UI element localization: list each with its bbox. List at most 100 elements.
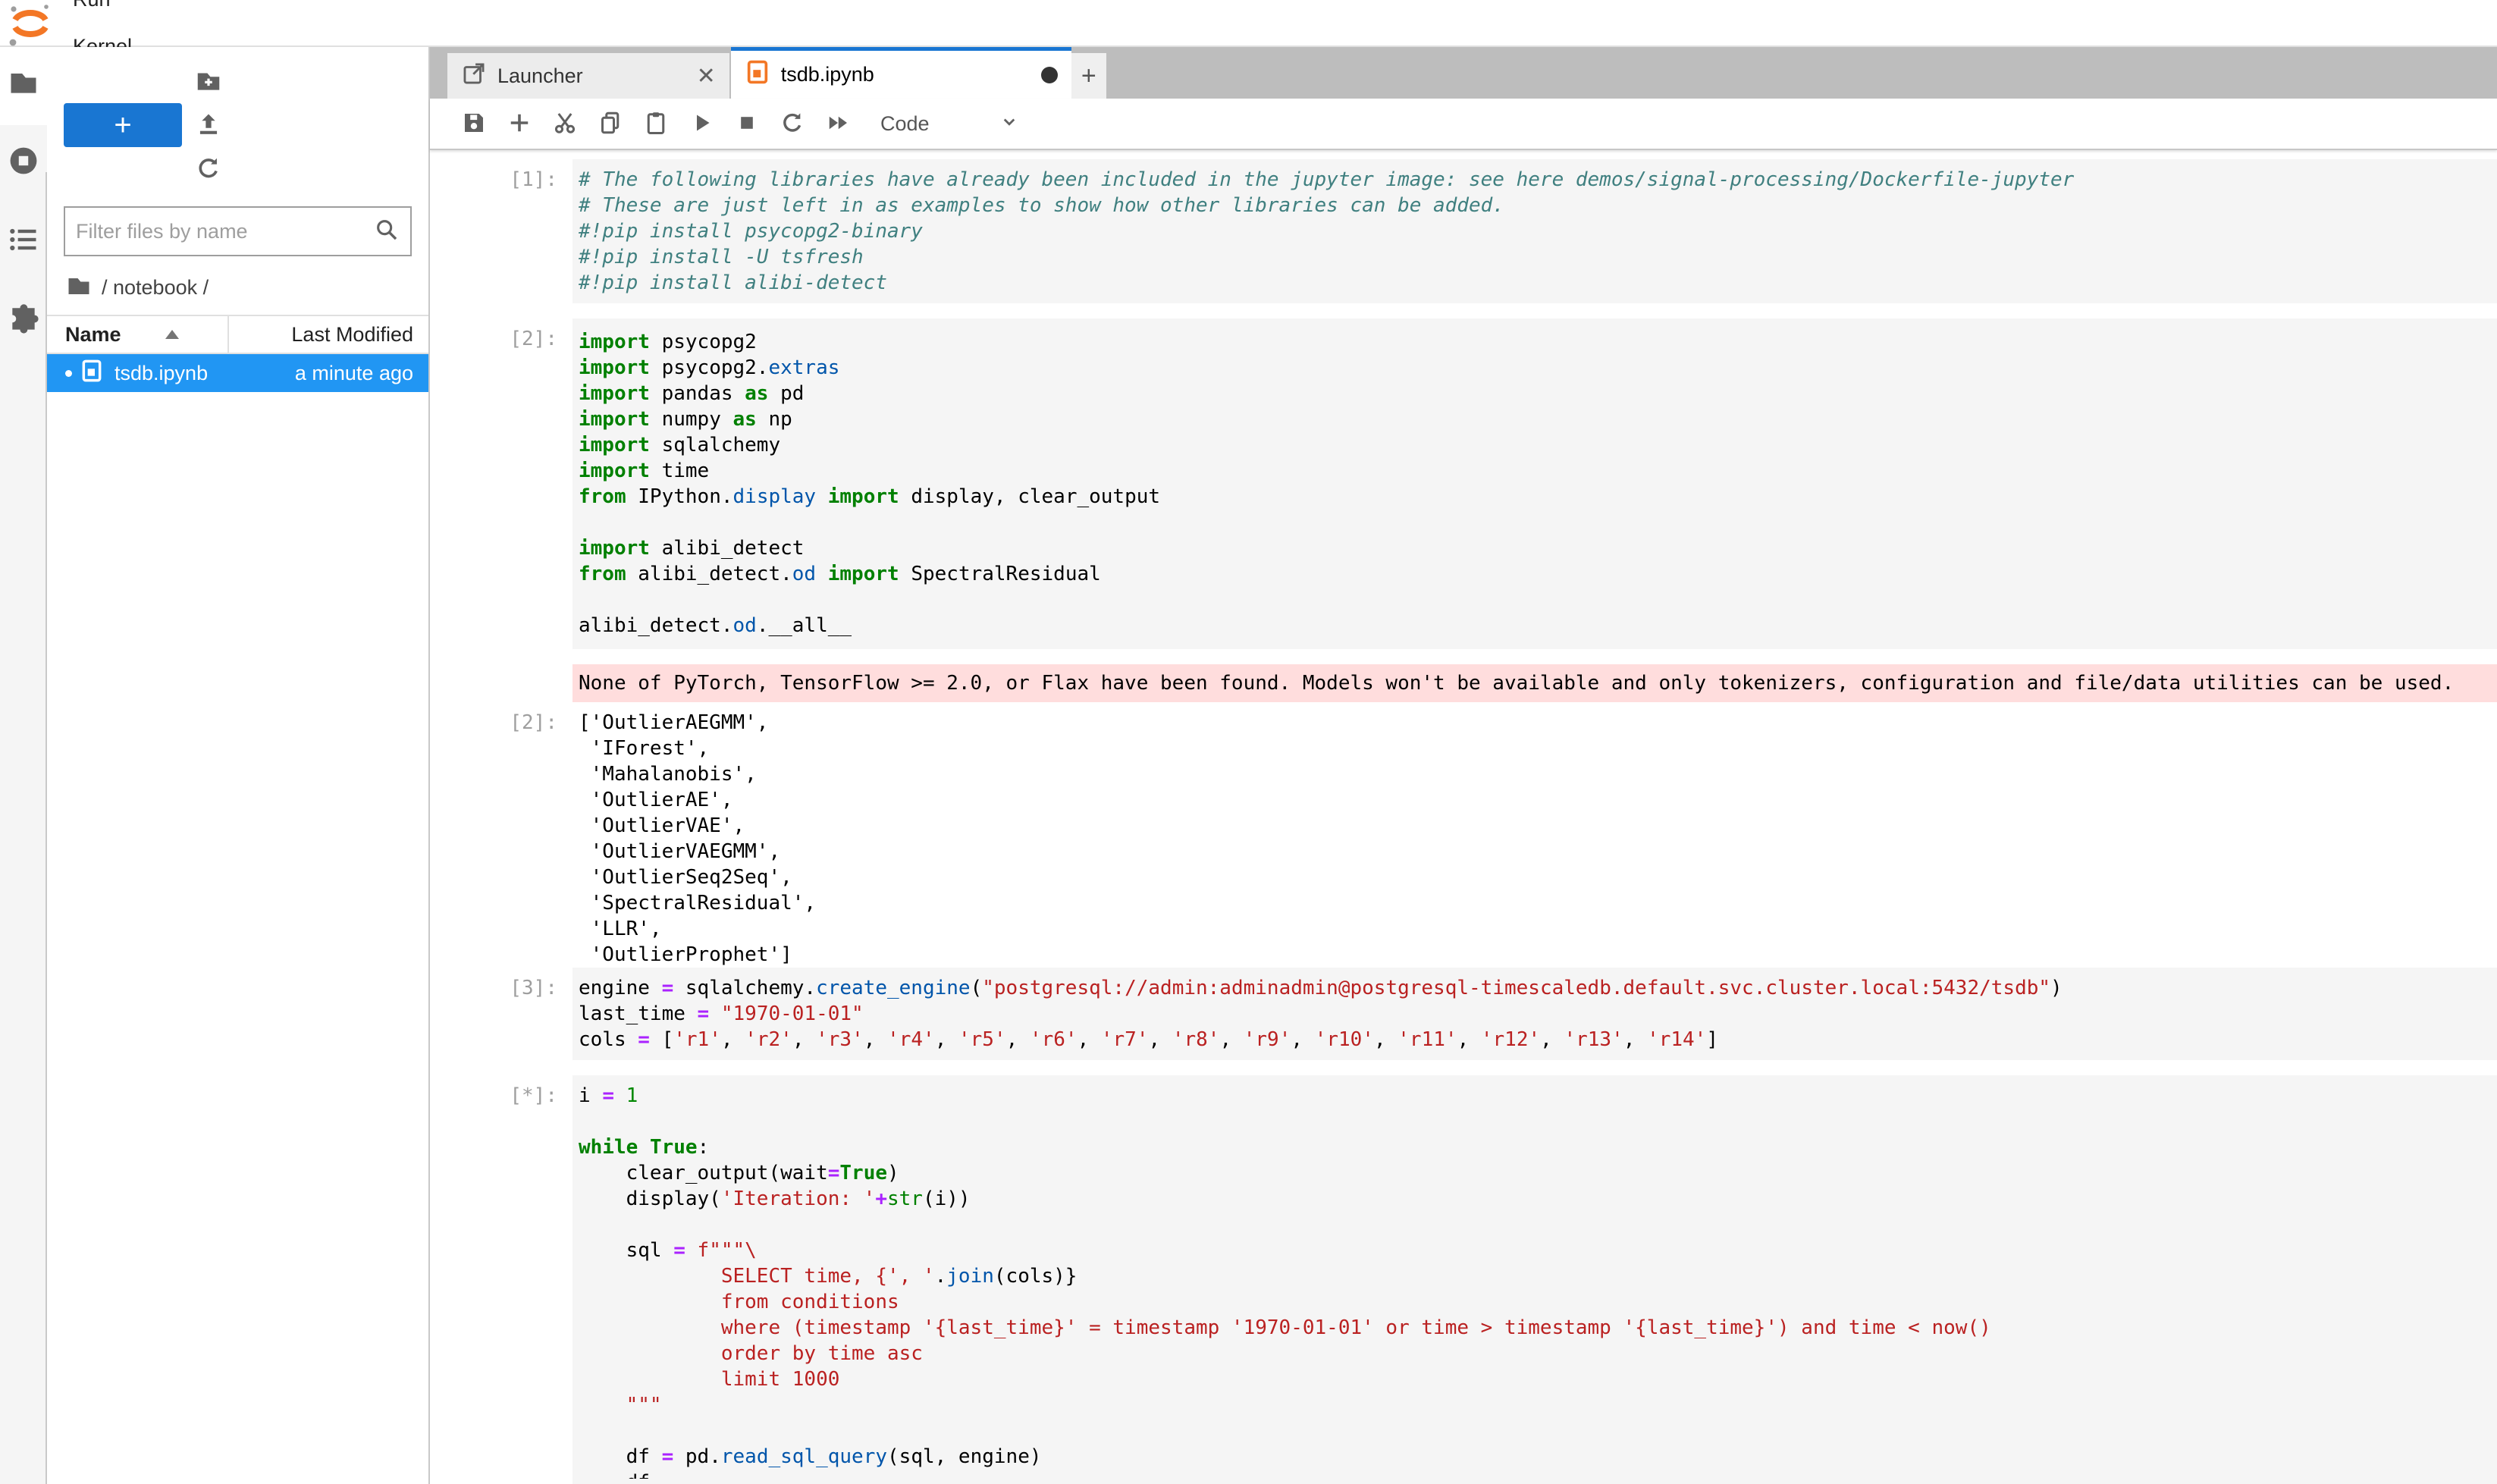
code-line: #!pip install psycopg2-binary [579, 218, 2497, 244]
input-prompt: [2]: [430, 318, 568, 649]
output-line: 'Mahalanobis', [579, 761, 2497, 787]
notebook-file-icon [80, 357, 114, 390]
paste-button[interactable] [633, 101, 679, 146]
output-line: ['OutlierAEGMM', [579, 710, 2497, 736]
launcher-icon [461, 61, 497, 92]
code-line: i = 1 [579, 1083, 2497, 1109]
tab-tsdb-ipynb[interactable]: tsdb.ipynb [731, 47, 1071, 99]
code-line: while True: [579, 1134, 2497, 1160]
stop-circle-icon [7, 144, 40, 181]
sidebar-tab-extension-manager[interactable] [2, 299, 45, 341]
cell-input-area: [3]:engine = sqlalchemy.create_engine("p… [430, 968, 2497, 1060]
new-folder-icon [194, 66, 223, 97]
file-row[interactable]: tsdb.ipynba minute ago [47, 354, 428, 392]
save-icon [460, 109, 488, 139]
breadcrumb[interactable]: / notebook / [47, 256, 428, 315]
filter-files-box [64, 206, 412, 256]
fast-forward-button[interactable] [815, 101, 861, 146]
kernel-running-dot [65, 370, 72, 377]
code-line: import time [579, 458, 2497, 484]
add-button[interactable] [497, 101, 542, 146]
stop-button[interactable] [724, 101, 770, 146]
restart-button[interactable] [770, 101, 815, 146]
code-line [579, 1418, 2497, 1444]
jupyter-logo-icon [6, 2, 55, 44]
refresh-button[interactable] [182, 147, 235, 191]
cell-type-dropdown[interactable]: Code [880, 110, 1021, 138]
output-line: 'LLR', [579, 916, 2497, 942]
list-icon [7, 223, 40, 260]
sidebar-tab-running-terminals-and-kernels[interactable] [2, 141, 45, 184]
file-name: tsdb.ipynb [114, 362, 295, 385]
upload-button[interactable] [182, 103, 235, 147]
refresh-icon [194, 154, 223, 185]
cell-editor[interactable]: engine = sqlalchemy.create_engine("postg… [572, 968, 2497, 1060]
code-line: import numpy as np [579, 406, 2497, 432]
code-line: import sqlalchemy [579, 432, 2497, 458]
code-line: # The following libraries have already b… [579, 167, 2497, 193]
main-dock-panel: Launcher✕ tsdb.ipynb + Code [1]: # The foll… [430, 47, 2497, 1484]
new-tab-button[interactable]: + [1071, 53, 1106, 99]
cell-input-area: [1]: # The following libraries have alrea… [430, 159, 2497, 303]
notebook-icon [745, 59, 781, 90]
code-line: last_time = "1970-01-01" [579, 1001, 2497, 1027]
output-line: 'SpectralResidual', [579, 890, 2497, 916]
sort-ascending-caret-icon [165, 330, 179, 339]
cell-input-area: [*]:i = 1 while True: clear_output(wait=… [430, 1075, 2497, 1484]
file-modified: a minute ago [295, 362, 428, 385]
left-sidebar-tabstrip [0, 47, 47, 1484]
output-line: 'OutlierSeq2Seq', [579, 864, 2497, 890]
sort-by-name-header[interactable]: Name [47, 323, 227, 347]
chevron-down-icon [930, 110, 1021, 138]
cut-button[interactable] [542, 101, 588, 146]
code-line [579, 510, 2497, 535]
new-folder-button[interactable] [182, 59, 235, 103]
code-line: #!pip install alibi-detect [579, 270, 2497, 296]
run-button[interactable] [679, 101, 724, 146]
code-line: engine = sqlalchemy.create_engine("postg… [579, 975, 2497, 1001]
stderr-output: None of PyTorch, TensorFlow >= 2.0, or F… [572, 664, 2497, 702]
cell-editor[interactable]: import psycopg2import psycopg2.extrasimp… [572, 318, 2497, 649]
code-line: sql = f"""\ [579, 1238, 2497, 1263]
code-line: df [579, 1470, 2497, 1479]
dock-tab-bar: Launcher✕ tsdb.ipynb + [430, 47, 2497, 99]
menu-bar: FileEditViewRunKernelTabsSettingsHelp [0, 0, 2497, 47]
file-browser-toolbar: + [47, 47, 428, 199]
sidebar-tab-file-browser[interactable] [2, 62, 45, 105]
tab-launcher[interactable]: Launcher✕ [447, 53, 731, 99]
menu-item-run[interactable]: Run [55, 0, 165, 23]
cell-editor[interactable]: i = 1 while True: clear_output(wait=True… [572, 1075, 2497, 1484]
filter-files-input[interactable] [76, 220, 374, 243]
cell-input-area: [2]:import psycopg2import psycopg2.extra… [430, 318, 2497, 649]
notebook-toolbar: Code [430, 99, 2497, 150]
sort-by-modified-header[interactable]: Last Modified [227, 316, 428, 353]
save-button[interactable] [451, 101, 497, 146]
input-prompt: [1]: [430, 159, 568, 303]
add-icon [506, 109, 533, 139]
code-line: #!pip install -U tsfresh [579, 244, 2497, 270]
code-line: import alibi_detect [579, 535, 2497, 561]
upload-icon [194, 110, 223, 141]
tab-close-icon[interactable]: ✕ [697, 63, 716, 89]
home-folder-icon[interactable] [65, 271, 102, 304]
output-line: 'OutlierVAE', [579, 813, 2497, 839]
notebook-content[interactable]: [1]: # The following libraries have alrea… [430, 150, 2497, 1484]
code-line [579, 1212, 2497, 1238]
sidebar-tab-table-of-contents[interactable] [2, 220, 45, 262]
code-line: where (timestamp '{last_time}' = timesta… [579, 1315, 2497, 1341]
puzzle-icon [7, 302, 40, 339]
code-line: cols = ['r1', 'r2', 'r3', 'r4', 'r5', 'r… [579, 1027, 2497, 1053]
code-line: import psycopg2.extras [579, 355, 2497, 381]
file-list: tsdb.ipynba minute ago [47, 354, 428, 392]
copy-button[interactable] [588, 101, 633, 146]
fast-forward-icon [824, 109, 852, 139]
copy-icon [597, 109, 624, 139]
cell-editor[interactable]: # The following libraries have already b… [572, 159, 2497, 303]
output-line: 'OutlierVAEGMM', [579, 839, 2497, 864]
code-line [579, 587, 2497, 613]
cell-type-label: Code [880, 112, 930, 136]
code-cell: [*]:i = 1 while True: clear_output(wait=… [430, 1075, 2497, 1484]
new-launcher-button[interactable]: + [64, 103, 182, 147]
unsaved-changes-dot [1041, 67, 1058, 83]
tab-label: tsdb.ipynb [781, 63, 874, 86]
